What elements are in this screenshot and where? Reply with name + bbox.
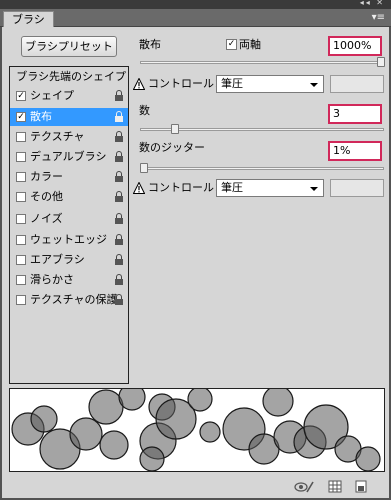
tab-brush[interactable]: ブラシ <box>3 11 54 27</box>
close-icon[interactable]: ✕ <box>376 0 385 7</box>
brush-preset-button[interactable]: ブラシプリセット <box>21 36 117 57</box>
control-extra-field <box>330 179 384 197</box>
scatter-slider-thumb[interactable] <box>377 57 385 67</box>
category-label: 散布 <box>30 110 52 123</box>
checkbox[interactable] <box>16 255 26 265</box>
checkbox[interactable] <box>16 275 26 285</box>
lock-icon[interactable] <box>115 254 123 265</box>
control-extra-field <box>330 75 384 93</box>
chevron-down-icon <box>310 187 318 191</box>
toggle-preview-icon[interactable] <box>294 480 314 493</box>
count-value-field[interactable]: 3 <box>328 104 382 124</box>
lock-icon[interactable] <box>115 234 123 245</box>
warning-icon <box>133 182 145 194</box>
brush-stroke-preview <box>9 388 385 472</box>
brush-tip-shape-item[interactable]: ブラシ先端のシェイプ <box>10 68 128 86</box>
lock-icon[interactable] <box>115 131 123 142</box>
control-label: コントロール： <box>148 77 225 90</box>
category-texture[interactable]: テクスチャ <box>10 128 128 146</box>
window-controls: ◂◂ ✕ <box>360 0 385 7</box>
category-label: シェイプ <box>30 89 74 102</box>
lock-icon[interactable] <box>115 171 123 182</box>
lock-icon[interactable] <box>115 151 123 162</box>
category-label: テクスチャ <box>30 130 85 143</box>
category-label: その他 <box>30 190 63 203</box>
warning-icon <box>133 78 145 90</box>
category-protect-texture[interactable]: テクスチャの保護 <box>10 291 128 309</box>
tab-row: ブラシ ▾≡ <box>0 9 391 27</box>
panel-titlebar: ◂◂ ✕ <box>0 0 391 9</box>
count-label: 数 <box>139 104 150 117</box>
category-shape-dynamics[interactable]: ✓ シェイプ <box>10 87 128 105</box>
category-label: ノイズ <box>30 212 63 225</box>
count-slider-thumb[interactable] <box>171 124 179 134</box>
category-scattering[interactable]: ✓ 散布 <box>10 108 128 126</box>
chevron-down-icon <box>310 83 318 87</box>
category-noise[interactable]: ノイズ <box>10 210 128 228</box>
collapse-icon[interactable]: ◂◂ <box>360 0 372 7</box>
both-axes-label: 両軸 <box>239 38 261 51</box>
category-other[interactable]: その他 <box>10 188 128 206</box>
category-label: テクスチャの保護 <box>30 293 118 306</box>
category-label: エアブラシ <box>30 253 85 266</box>
checkbox[interactable] <box>16 172 26 182</box>
count-jitter-slider-thumb[interactable] <box>140 163 148 173</box>
checkbox[interactable] <box>16 132 26 142</box>
checkbox[interactable] <box>16 152 26 162</box>
lock-icon[interactable] <box>115 90 123 101</box>
count-jitter-label: 数のジッター <box>139 141 205 154</box>
preview-dabs <box>11 389 381 471</box>
control-select-value: 筆圧 <box>221 181 243 194</box>
both-axes-checkbox[interactable]: ✓ <box>226 39 237 50</box>
brush-panel: ブラシプリセット ブラシ先端のシェイプ ✓ シェイプ ✓ 散布 テクスチャ デュ… <box>2 27 389 498</box>
checkbox[interactable]: ✓ <box>16 91 26 101</box>
count-slider-track[interactable] <box>140 124 384 134</box>
count-jitter-value-field[interactable]: 1% <box>328 141 382 161</box>
lock-icon[interactable] <box>115 213 123 224</box>
control-select-value: 筆圧 <box>221 77 243 90</box>
grid-icon[interactable] <box>328 480 342 493</box>
scatter-label: 散布 <box>139 38 161 51</box>
category-label: カラー <box>30 170 63 183</box>
category-airbrush[interactable]: エアブラシ <box>10 251 128 269</box>
category-dual-brush[interactable]: デュアルブラシ <box>10 148 128 166</box>
category-wet-edges[interactable]: ウェットエッジ <box>10 231 128 249</box>
category-label: ウェットエッジ <box>30 233 107 246</box>
checkbox[interactable] <box>16 214 26 224</box>
category-color[interactable]: カラー <box>10 168 128 186</box>
category-label: デュアルブラシ <box>30 150 107 163</box>
checkbox[interactable]: ✓ <box>16 112 26 122</box>
lock-icon[interactable] <box>115 191 123 202</box>
checkbox[interactable] <box>16 192 26 202</box>
checkbox[interactable] <box>16 235 26 245</box>
lock-icon[interactable] <box>115 294 123 305</box>
checkbox[interactable] <box>16 295 26 305</box>
control-label: コントロール： <box>148 181 225 194</box>
scatter-value-field[interactable]: 1000% <box>328 36 382 56</box>
category-label: 滑らかさ <box>30 273 74 286</box>
panel-menu-icon[interactable]: ▾≡ <box>372 12 385 23</box>
count-jitter-slider-track[interactable] <box>140 163 384 173</box>
brush-category-list: ブラシ先端のシェイプ ✓ シェイプ ✓ 散布 テクスチャ デュアルブラシ カラー <box>9 66 129 384</box>
scatter-slider-track[interactable] <box>140 57 385 67</box>
lock-icon[interactable] <box>115 111 123 122</box>
control-select[interactable]: 筆圧 <box>216 179 324 197</box>
lock-icon[interactable] <box>115 274 123 285</box>
control-select[interactable]: 筆圧 <box>216 75 324 93</box>
bottom-toolbar <box>2 476 389 498</box>
new-preset-icon[interactable] <box>354 480 368 493</box>
category-smoothing[interactable]: 滑らかさ <box>10 271 128 289</box>
